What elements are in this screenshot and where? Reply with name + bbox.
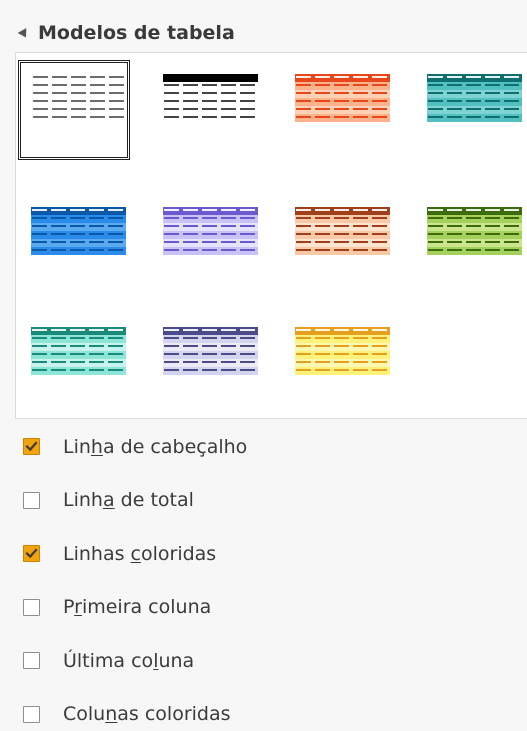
table-style-gallery (15, 52, 527, 419)
mnemonic-letter: n (105, 703, 118, 726)
table-options-list: Linha de cabeçalho Linha de total Linhas c… (0, 420, 527, 731)
mnemonic-letter: r (74, 596, 82, 619)
mnemonic-letter: c (130, 542, 141, 565)
table-style-brown[interactable] (282, 193, 394, 293)
option-banded-rows[interactable]: Linhas coloridas (0, 527, 527, 581)
option-total-row[interactable]: Linha de total (0, 474, 527, 528)
table-style-preview (163, 74, 258, 126)
option-first-column[interactable]: Primeira coluna (0, 581, 527, 635)
header-row-checkbox[interactable] (23, 438, 40, 456)
mnemonic-letter: h (90, 435, 103, 458)
option-header-row[interactable]: Linha de cabeçalho (0, 420, 527, 474)
first-column-checkbox[interactable] (23, 598, 40, 616)
table-style-teal[interactable] (414, 60, 526, 160)
table-style-preview (295, 207, 390, 259)
table-style-preview (31, 327, 126, 379)
table-style-preview (31, 207, 126, 259)
table-style-preview (427, 74, 522, 126)
header-row-label: Linha de cabeçalho (63, 435, 248, 458)
table-style-black[interactable] (150, 60, 262, 160)
banded-columns-checkbox[interactable] (23, 705, 40, 723)
checkmark-icon (25, 548, 38, 559)
total-row-label: Linha de total (63, 489, 194, 512)
table-style-preview (295, 327, 390, 379)
last-column-label: Última coluna (63, 649, 195, 672)
option-banded-columns[interactable]: Colunas coloridas (0, 688, 527, 731)
mnemonic-letter: a (102, 489, 115, 512)
table-style-default[interactable] (18, 60, 130, 160)
table-style-preview (32, 74, 127, 126)
table-style-lavender[interactable] (150, 193, 262, 293)
section-header-table-templates[interactable]: Modelos de tabela (0, 16, 235, 50)
table-style-slate[interactable] (150, 313, 262, 413)
table-style-preview (163, 327, 258, 379)
option-last-column[interactable]: Última coluna (0, 634, 527, 688)
section-title: Modelos de tabela (38, 22, 235, 44)
checkmark-icon (25, 441, 38, 452)
table-style-preview (427, 207, 522, 259)
last-column-checkbox[interactable] (23, 652, 40, 670)
table-templates-panel: Modelos de tabela Linha de cabeçalho Linh… (0, 0, 527, 731)
first-column-label: Primeira coluna (63, 596, 212, 619)
total-row-checkbox[interactable] (23, 491, 40, 509)
table-style-preview (163, 207, 258, 259)
table-style-yellow[interactable] (282, 313, 394, 413)
table-style-preview (295, 74, 390, 126)
table-style-olive[interactable] (414, 193, 526, 293)
banded-columns-label: Colunas coloridas (63, 703, 231, 726)
collapse-triangle-icon[interactable] (17, 28, 31, 40)
table-style-aqua[interactable] (18, 313, 130, 413)
banded-rows-checkbox[interactable] (23, 545, 40, 563)
banded-rows-label: Linhas coloridas (63, 542, 217, 565)
table-style-blue[interactable] (18, 193, 130, 293)
table-style-orange[interactable] (282, 60, 394, 160)
